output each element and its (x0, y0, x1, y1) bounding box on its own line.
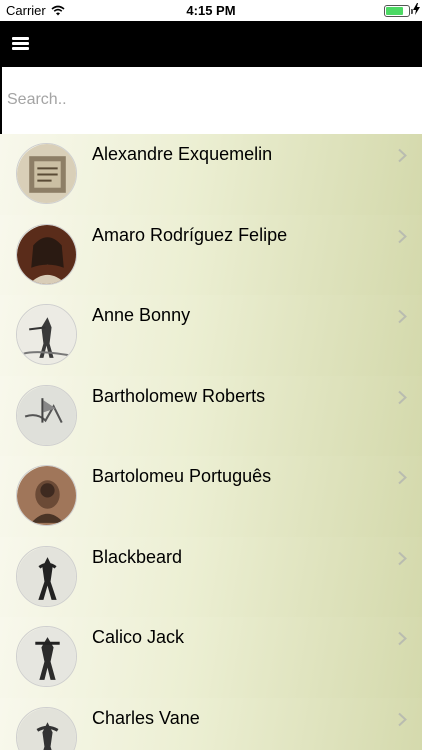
avatar (16, 626, 77, 687)
avatar (16, 545, 77, 607)
list-item-name: Bartolomeu Português (92, 466, 272, 486)
hamburger-menu-icon[interactable] (12, 37, 29, 50)
list-item[interactable]: Charles Vane (0, 697, 422, 750)
list-item-name: Alexandre Exquemelin (92, 144, 273, 164)
avatar (16, 706, 77, 750)
avatar (16, 223, 77, 285)
status-bar: Carrier 4:15 PM (0, 0, 422, 21)
list-item[interactable]: Alexandre Exquemelin (0, 134, 422, 215)
avatar (16, 143, 77, 204)
chevron-right-icon (398, 390, 407, 404)
list-item-name: Calico Jack (92, 627, 185, 647)
avatar (16, 304, 77, 365)
battery-icon (384, 5, 410, 17)
search-input[interactable] (7, 87, 407, 113)
list-item[interactable]: Bartholomew Roberts (0, 375, 422, 456)
avatar (16, 465, 77, 526)
chevron-right-icon (398, 470, 407, 485)
list-item[interactable]: Amaro Rodríguez Felipe (0, 214, 422, 295)
chevron-right-icon (398, 148, 407, 163)
lightning-icon (413, 3, 420, 15)
list-item-name: Anne Bonny (92, 305, 191, 325)
pirate-list: Alexandre Exquemelin Amaro Rodríguez Feli… (0, 134, 422, 750)
search-bar (0, 67, 422, 134)
battery-level (386, 7, 403, 15)
list-item-name: Amaro Rodríguez Felipe (92, 224, 288, 245)
avatar (16, 384, 77, 446)
list-item-name: Charles Vane (92, 707, 200, 728)
list-item[interactable]: Blackbeard (0, 536, 422, 617)
list-item-name: Bartholomew Roberts (92, 385, 266, 406)
list-item[interactable]: Anne Bonny (0, 295, 422, 376)
list-item-name: Blackbeard (92, 546, 183, 567)
status-time: 4:15 PM (186, 3, 236, 18)
chevron-right-icon (398, 712, 407, 726)
navigation-bar (0, 21, 422, 67)
list-item[interactable]: Bartolomeu Português (0, 456, 422, 537)
chevron-right-icon (398, 631, 407, 646)
list-item[interactable]: Calico Jack (0, 617, 422, 698)
chevron-right-icon (398, 551, 407, 565)
chevron-right-icon (398, 309, 407, 324)
chevron-right-icon (398, 229, 407, 243)
